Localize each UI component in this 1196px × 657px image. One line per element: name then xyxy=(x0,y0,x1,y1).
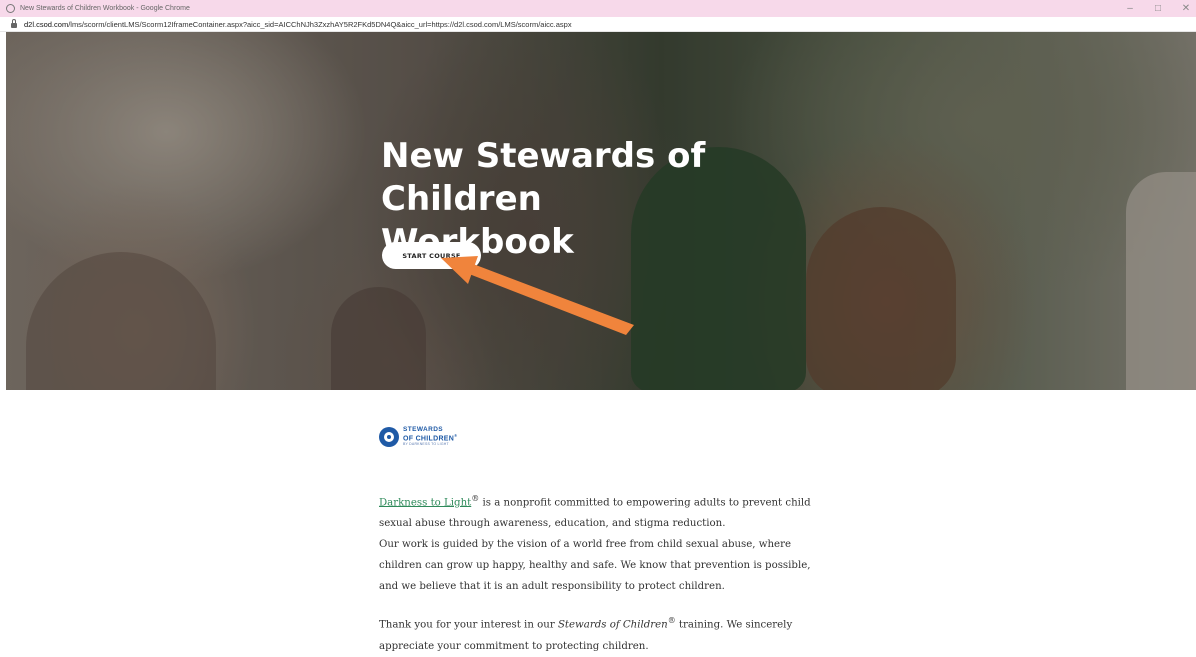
annotation-arrow-icon xyxy=(441,256,634,335)
lock-icon[interactable] xyxy=(11,19,17,28)
course-intro: STEWARDS OF CHILDREN® BY DARKNESS TO LIG… xyxy=(379,422,829,657)
chrome-icon xyxy=(6,4,15,13)
address-bar[interactable]: d2l.csod.com/lms/scorm/clientLMS/Scorm12… xyxy=(0,17,1196,32)
intro-paragraph: Darkness to Light® is a nonprofit commit… xyxy=(379,494,811,593)
window-title-bar: New Stewards of Children Workbook - Goog… xyxy=(0,0,1196,17)
darkness-to-light-link[interactable]: Darkness to Light xyxy=(379,497,471,508)
minimize-button[interactable]: – xyxy=(1124,0,1136,17)
close-button[interactable]: ✕ xyxy=(1180,0,1192,17)
logo-mark-icon xyxy=(379,427,399,447)
stewards-logo: STEWARDS OF CHILDREN® BY DARKNESS TO LIG… xyxy=(379,422,829,452)
maximize-button[interactable]: □ xyxy=(1152,0,1164,17)
window-title: New Stewards of Children Workbook - Goog… xyxy=(20,5,190,12)
window-controls: – □ ✕ xyxy=(1124,0,1192,17)
thanks-paragraph: Thank you for your interest in our Stewa… xyxy=(379,616,793,652)
hero-banner: New Stewards of Children Workbook START … xyxy=(6,32,1196,390)
vision-paragraph: Our work is guided by the vision of a wo… xyxy=(379,539,811,593)
url-text[interactable]: d2l.csod.com/lms/scorm/clientLMS/Scorm12… xyxy=(24,20,572,29)
